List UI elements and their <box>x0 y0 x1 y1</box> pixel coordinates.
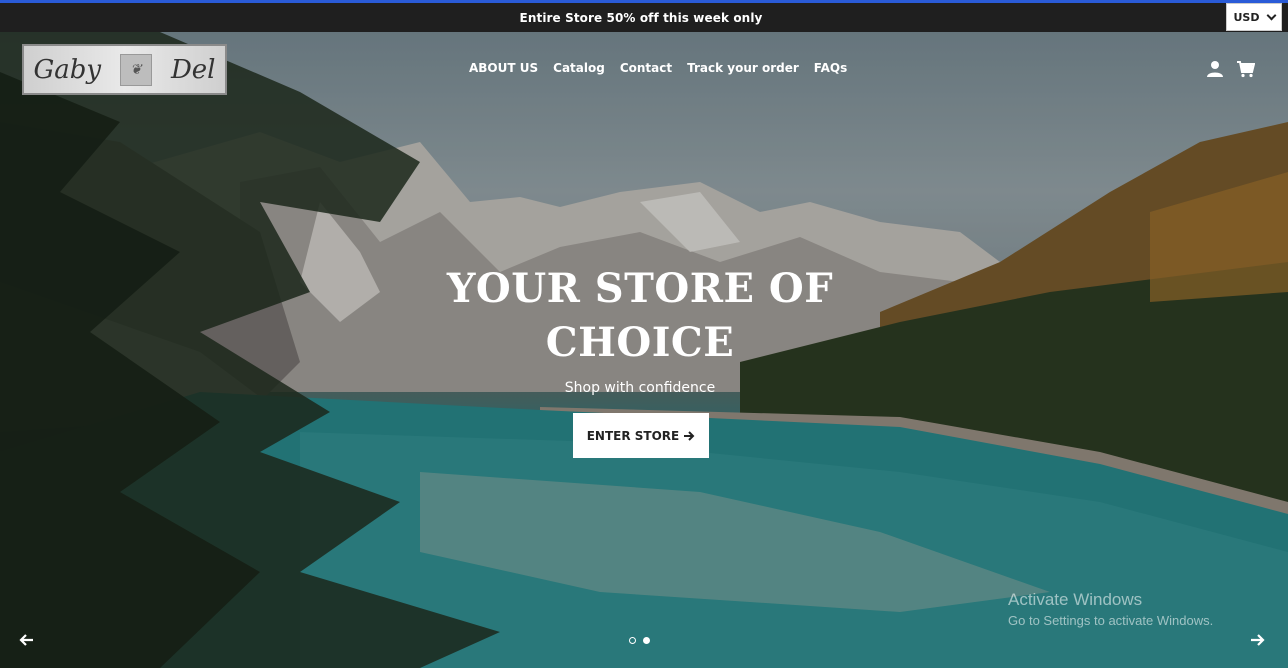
nav-faqs[interactable]: FAQs <box>814 61 847 75</box>
nav-about-us[interactable]: ABOUT US <box>469 61 538 75</box>
slide-dot-1[interactable] <box>629 637 636 644</box>
logo-emblem-icon: ❦ <box>120 53 153 86</box>
watermark-line-2: Go to Settings to activate Windows. <box>1008 613 1214 628</box>
currency-value: USD <box>1233 10 1260 24</box>
slide-prev-button[interactable] <box>18 632 36 650</box>
slide-next-button[interactable] <box>1250 632 1268 650</box>
cart-button[interactable] <box>1237 60 1255 78</box>
logo-text-right: Del <box>170 54 216 85</box>
store-logo[interactable]: Gaby ❦ Del <box>22 44 227 95</box>
nav-catalog[interactable]: Catalog <box>553 61 605 75</box>
arrow-right-icon <box>1251 634 1265 646</box>
currency-selector[interactable]: USD <box>1226 3 1282 31</box>
user-icon <box>1207 61 1223 77</box>
hero-title: YOUR STORE OF CHOICE <box>446 265 834 366</box>
main-nav: ABOUT US Catalog Contact Track your orde… <box>469 61 847 75</box>
hero-subtitle: Shop with confidence <box>564 380 716 396</box>
announcement-bar: Entire Store 50% off this week only <box>0 3 1288 32</box>
nav-track-order[interactable]: Track your order <box>687 61 799 75</box>
slide-pagination <box>629 637 650 644</box>
watermark-line-1: Activate Windows <box>1008 590 1143 609</box>
windows-activation-watermark: Activate Windows Go to Settings to activ… <box>1008 590 1213 628</box>
logo-text-left: Gaby <box>33 54 102 85</box>
enter-store-button[interactable]: ENTER STORE <box>573 413 709 458</box>
slide-dot-2-active[interactable] <box>643 637 650 644</box>
account-button[interactable] <box>1206 60 1224 78</box>
arrow-left-icon <box>19 634 33 646</box>
announcement-text: Entire Store 50% off this week only <box>519 10 763 25</box>
arrow-right-icon <box>684 430 695 441</box>
chevron-down-icon <box>1266 10 1276 21</box>
nav-contact[interactable]: Contact <box>620 61 672 75</box>
enter-store-label: ENTER STORE <box>586 428 680 443</box>
cart-icon <box>1237 61 1255 78</box>
